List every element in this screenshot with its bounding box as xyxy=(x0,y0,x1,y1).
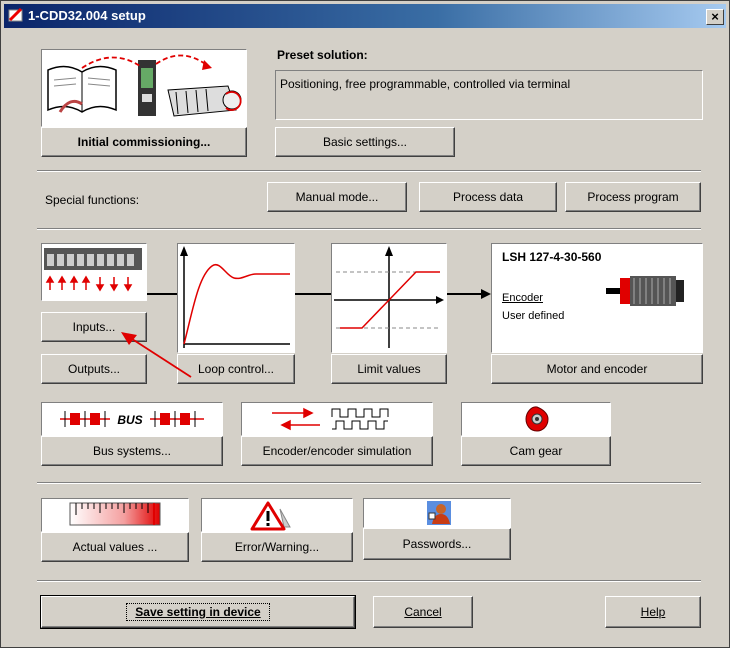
bus-icon: BUS xyxy=(60,411,204,427)
preset-solution-field: Positioning, free programmable, controll… xyxy=(275,70,703,120)
motor-encoder-button[interactable]: Motor and encoder xyxy=(491,354,703,384)
cam-gear-button[interactable]: Cam gear xyxy=(461,436,611,466)
close-icon: × xyxy=(711,9,719,24)
motor-icon xyxy=(606,276,684,306)
limit-values-button[interactable]: Limit values xyxy=(331,354,447,384)
io-terminal-icon xyxy=(44,248,142,292)
commissioning-icon xyxy=(47,54,242,117)
separator xyxy=(37,482,701,484)
process-program-button[interactable]: Process program xyxy=(565,182,701,212)
special-functions-label: Special functions: xyxy=(45,193,140,207)
save-setting-label: Save setting in device xyxy=(126,603,270,621)
cancel-button[interactable]: Cancel xyxy=(373,596,473,628)
bus-label: BUS xyxy=(117,413,142,427)
encoder-simulation-picture xyxy=(241,402,433,436)
error-warning-picture xyxy=(201,498,353,532)
encoder-signal-icon xyxy=(272,407,389,431)
commissioning-picture xyxy=(41,49,247,127)
gauge-icon xyxy=(69,502,161,526)
limit-values-picture xyxy=(331,243,447,353)
encoder-label: Encoder xyxy=(502,292,543,304)
save-setting-button[interactable]: Save setting in device xyxy=(40,595,356,629)
io-terminal-picture xyxy=(41,243,147,301)
process-data-button[interactable]: Process data xyxy=(419,182,557,212)
preset-solution-label: Preset solution: xyxy=(277,48,368,62)
app-icon xyxy=(8,7,23,22)
close-button[interactable]: × xyxy=(706,9,724,25)
setup-window: 1-CDD32.004 setup × Initial commissionin… xyxy=(0,0,730,648)
title-bar[interactable]: 1-CDD32.004 setup × xyxy=(4,4,726,28)
actual-values-picture xyxy=(41,498,189,532)
separator xyxy=(37,228,701,230)
initial-commissioning-button[interactable]: Initial commissioning... xyxy=(41,127,247,157)
warning-icon xyxy=(250,501,291,531)
encoder-value: User defined xyxy=(502,310,565,322)
actual-values-button[interactable]: Actual values ... xyxy=(41,532,189,562)
cam-gear-picture xyxy=(461,402,611,436)
annotation-arrow xyxy=(121,332,192,378)
error-warning-button[interactable]: Error/Warning... xyxy=(201,532,353,562)
password-user-icon xyxy=(427,501,451,525)
motor-model: LSH 127-4-30-560 xyxy=(502,250,602,264)
cancel-label: Cancel xyxy=(404,605,442,619)
manual-mode-button[interactable]: Manual mode... xyxy=(267,182,407,212)
passwords-button[interactable]: Passwords... xyxy=(363,528,511,560)
window-title: 1-CDD32.004 setup xyxy=(28,8,146,23)
motor-encoder-picture: LSH 127-4-30-560 Encoder User defined xyxy=(491,243,703,353)
bus-systems-button[interactable]: Bus systems... xyxy=(41,436,223,466)
help-button[interactable]: Help xyxy=(605,596,701,628)
limit-curve-icon xyxy=(334,246,444,348)
separator xyxy=(37,170,701,172)
encoder-simulation-button[interactable]: Encoder/encoder simulation xyxy=(241,436,433,466)
passwords-picture xyxy=(363,498,511,528)
cam-gear-icon xyxy=(525,406,549,432)
bus-picture: BUS xyxy=(41,402,223,436)
basic-settings-button[interactable]: Basic settings... xyxy=(275,127,455,157)
help-label: Help xyxy=(640,605,666,619)
separator xyxy=(37,580,701,582)
